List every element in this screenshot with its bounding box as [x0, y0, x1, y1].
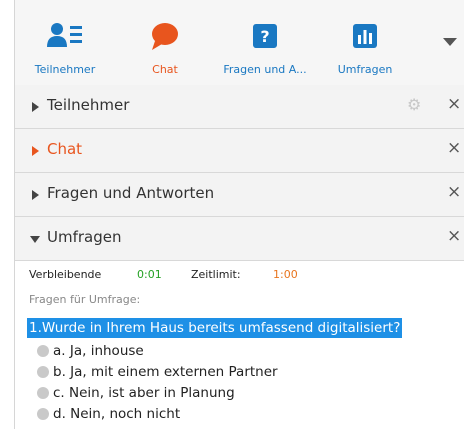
close-icon[interactable]: × — [447, 182, 461, 202]
close-icon[interactable]: × — [447, 226, 461, 246]
poll-question: 1.Wurde in Ihrem Haus bereits umfassend … — [27, 318, 403, 338]
panel-fragen-label: Fragen und Antworten — [47, 184, 215, 202]
gear-icon[interactable]: ⚙ — [407, 95, 421, 114]
tab-teilnehmer[interactable]: Teilnehmer — [15, 20, 115, 76]
collapsed-arrow-icon — [32, 146, 39, 156]
radio-button[interactable] — [37, 345, 49, 357]
tab-teilnehmer-label: Teilnehmer — [34, 63, 96, 76]
tab-umfragen[interactable]: Umfragen — [315, 20, 415, 76]
limit-label: Zeitlimit: — [191, 268, 241, 281]
limit-value: 1:00 — [273, 268, 298, 281]
side-panel: Teilnehmer Chat ? Fragen und A... Umfrag… — [14, 0, 464, 429]
remaining-value: 0:01 — [137, 268, 162, 281]
questions-heading: Fragen für Umfrage: — [29, 293, 141, 306]
poll-option-label: b. Ja, mit einem externen Partner — [53, 364, 278, 380]
poll-option-label: a. Ja, inhouse — [53, 343, 144, 359]
panel-teilnehmer[interactable]: Teilnehmer ⚙ × — [15, 85, 464, 129]
chevron-down-icon[interactable] — [443, 38, 457, 46]
toolbar: Teilnehmer Chat ? Fragen und A... Umfrag… — [15, 0, 464, 91]
expanded-arrow-icon — [30, 236, 40, 243]
poll-option[interactable]: d. Nein, noch nicht — [37, 404, 181, 424]
panel-chat-label: Chat — [47, 140, 83, 158]
tab-fragen-label: Fragen und A... — [223, 63, 307, 76]
participants-icon — [15, 20, 115, 52]
close-icon[interactable]: × — [447, 94, 461, 114]
radio-button[interactable] — [37, 366, 49, 378]
poll-icon — [315, 20, 415, 52]
tab-umfragen-label: Umfragen — [337, 63, 393, 76]
radio-button[interactable] — [37, 387, 49, 399]
tab-chat[interactable]: Chat — [115, 20, 215, 76]
poll-option[interactable]: b. Ja, mit einem externen Partner — [37, 362, 278, 382]
collapsed-arrow-icon — [32, 102, 39, 112]
poll-option-label: d. Nein, noch nicht — [53, 406, 181, 422]
panel-umfragen[interactable]: Umfragen × — [15, 217, 464, 261]
panel-umfragen-label: Umfragen — [47, 228, 122, 246]
question-icon: ? — [215, 20, 315, 52]
chat-icon — [115, 20, 215, 52]
question-icon-glyph: ? — [260, 27, 269, 46]
collapsed-arrow-icon — [32, 190, 39, 200]
poll-option[interactable]: a. Ja, inhouse — [37, 341, 144, 361]
panel-teilnehmer-label: Teilnehmer — [47, 96, 130, 114]
tab-chat-label: Chat — [152, 63, 178, 76]
poll-option-label: c. Nein, ist aber in Planung — [53, 385, 235, 401]
panel-chat[interactable]: Chat × — [15, 129, 464, 173]
poll-option[interactable]: c. Nein, ist aber in Planung — [37, 383, 235, 403]
tab-fragen[interactable]: ? Fragen und A... — [215, 20, 315, 76]
radio-button[interactable] — [37, 408, 49, 420]
remaining-label: Verbleibende — [29, 268, 102, 281]
panel-fragen[interactable]: Fragen und Antworten × — [15, 173, 464, 217]
close-icon[interactable]: × — [447, 138, 461, 158]
